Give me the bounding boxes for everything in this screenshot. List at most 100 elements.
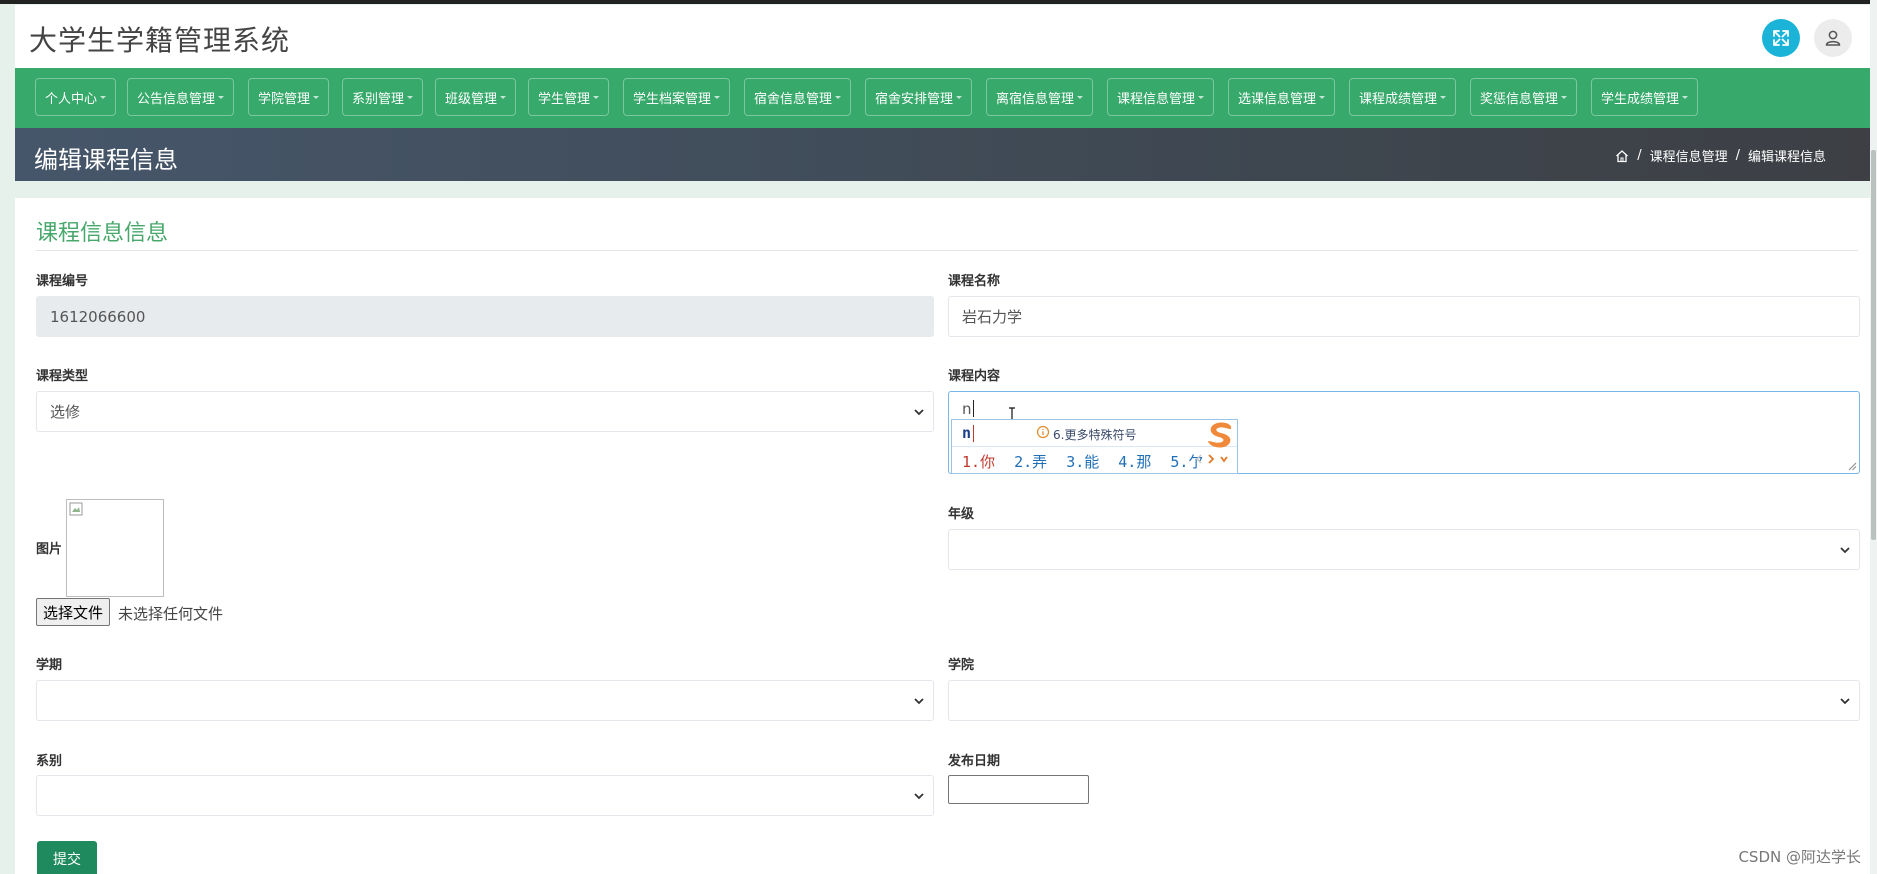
chevron-down-icon: [914, 793, 924, 800]
grade-label: 年级: [948, 507, 975, 522]
nav-item-label: 学院管理: [258, 91, 311, 107]
caret-down-icon: [1077, 95, 1084, 99]
department-select[interactable]: [36, 775, 934, 816]
nav-item-department[interactable]: 系别管理: [342, 78, 424, 116]
nav-item-college[interactable]: 学院管理: [248, 78, 330, 116]
top-strip: [0, 0, 1877, 4]
nav-item-course-info[interactable]: 课程信息管理: [1107, 78, 1215, 116]
nav-item-label: 学生管理: [538, 91, 591, 107]
semester-label: 学期: [36, 658, 63, 673]
ime-hint[interactable]: 6.更多特殊符号: [1053, 426, 1136, 443]
caret-down-icon: [407, 95, 414, 99]
section-title: 课程信息信息: [36, 221, 169, 246]
caret-down-icon: [100, 95, 107, 99]
nav-item-personal-center[interactable]: 个人中心: [35, 78, 117, 116]
college-select[interactable]: [948, 680, 1860, 721]
nav-item-dorm-arrange[interactable]: 宿舍安排管理: [865, 78, 973, 116]
caret-down-icon: [1198, 95, 1205, 99]
caret-down-icon: [714, 95, 721, 99]
nav-item-leave-dorm[interactable]: 离宿信息管理: [986, 78, 1094, 116]
caret-down-icon: [500, 95, 507, 99]
nav-item-label: 奖惩信息管理: [1480, 91, 1559, 107]
breadcrumb-item-course-info[interactable]: 课程信息管理: [1650, 146, 1728, 165]
user-icon: [1825, 30, 1841, 46]
course-no-input: 1612066600: [36, 296, 934, 337]
breadcrumb-separator: /: [1637, 148, 1642, 163]
nav-item-student-score[interactable]: 学生成绩管理: [1591, 78, 1699, 116]
ime-candidate[interactable]: 1.你: [962, 453, 995, 471]
nav-item-label: 宿舍安排管理: [875, 91, 954, 107]
ime-page-nav: [1195, 453, 1229, 465]
breadcrumb-separator: /: [1735, 148, 1740, 163]
breadcrumb: / 课程信息管理 / 编辑课程信息: [1615, 146, 1826, 165]
breadcrumb-item-current: 编辑课程信息: [1747, 150, 1826, 165]
nav-item-course-score[interactable]: 课程成绩管理: [1349, 78, 1457, 116]
home-icon[interactable]: [1615, 149, 1629, 163]
grade-select[interactable]: [948, 529, 1860, 570]
nav-item-label: 公告信息管理: [137, 91, 216, 107]
ime-candidate[interactable]: 4.那: [1118, 453, 1151, 471]
nav-item-dorm-info[interactable]: 宿舍信息管理: [744, 78, 852, 116]
nav-item-course-select[interactable]: 选课信息管理: [1228, 78, 1336, 116]
nav-item-label: 班级管理: [445, 91, 498, 107]
ime-candidate-list: 1.你 2.弄 3.能 4.那 5.亇: [962, 451, 1213, 472]
caret-down-icon: [835, 95, 842, 99]
nav-item-label: 系别管理: [352, 91, 405, 107]
course-content-value: n: [962, 400, 972, 418]
ime-composition-bar: n 6.更多特殊符号: [952, 420, 1237, 448]
sogou-logo-icon: [1208, 422, 1232, 448]
resize-handle-icon[interactable]: [1848, 462, 1857, 471]
ime-candidate-window: n 6.更多特殊符号 1.你 2.弄 3.能 4.那 5.亇: [951, 419, 1238, 474]
expand-arrows-icon: [1773, 30, 1789, 46]
scrollbar-thumb[interactable]: [1871, 150, 1876, 540]
file-status-text: 未选择任何文件: [118, 605, 224, 623]
nav-item-student[interactable]: 学生管理: [528, 78, 610, 116]
scrollbar[interactable]: [1870, 0, 1877, 874]
publish-date-label: 发布日期: [948, 754, 1001, 769]
submit-button[interactable]: 提交: [37, 841, 97, 874]
ime-candidate[interactable]: 2.弄: [1014, 453, 1047, 471]
course-type-label: 课程类型: [36, 369, 89, 384]
course-no-value: 1612066600: [50, 307, 146, 326]
course-name-input[interactable]: 岩石力学: [948, 296, 1860, 337]
caret-down-icon: [1561, 95, 1568, 99]
caret-down-icon: [218, 95, 225, 99]
chevron-down-icon: [1840, 547, 1850, 554]
nav-item-label: 学生档案管理: [633, 91, 712, 107]
nav-item-label: 选课信息管理: [1238, 91, 1317, 107]
chevron-right-icon[interactable]: [1207, 453, 1215, 465]
publish-date-input[interactable]: [948, 775, 1089, 804]
section-divider: [36, 250, 1858, 251]
form-card: 课程信息信息 课程编号 1612066600 课程名称 岩石力学 课程类型 选修…: [15, 198, 1871, 874]
caret-down-icon: [1319, 95, 1326, 99]
nav-item-class[interactable]: 班级管理: [435, 78, 517, 116]
course-name-value: 岩石力学: [962, 308, 1023, 326]
ime-candidate[interactable]: 3.能: [1066, 453, 1099, 471]
caret-down-icon: [1682, 95, 1689, 99]
main-nav: 个人中心 公告信息管理 学院管理 系别管理 班级管理 学生管理 学生档案管理 宿…: [15, 68, 1871, 128]
nav-item-label: 离宿信息管理: [996, 91, 1075, 107]
user-menu-button[interactable]: [1814, 19, 1852, 57]
choose-file-button[interactable]: 选择文件: [36, 598, 111, 626]
course-content-label: 课程内容: [948, 369, 1001, 384]
course-no-label: 课程编号: [36, 274, 89, 289]
semester-select[interactable]: [36, 680, 934, 721]
course-type-select[interactable]: 选修: [36, 391, 934, 432]
nav-item-reward-penalty[interactable]: 奖惩信息管理: [1470, 78, 1578, 116]
chevron-left-icon[interactable]: [1195, 453, 1203, 465]
image-preview: [66, 499, 164, 597]
nav-item-student-archive[interactable]: 学生档案管理: [623, 78, 731, 116]
text-caret: [972, 400, 974, 417]
college-label: 学院: [948, 658, 975, 673]
nav-item-notice[interactable]: 公告信息管理: [127, 78, 235, 116]
page-title: 编辑课程信息: [34, 146, 178, 174]
broken-image-icon: [69, 502, 83, 516]
department-label: 系别: [36, 754, 63, 769]
fullscreen-button[interactable]: [1762, 19, 1800, 57]
info-icon: [1036, 425, 1050, 439]
caret-down-icon: [1440, 95, 1447, 99]
caret-down-icon: [593, 95, 600, 99]
chevron-down-icon[interactable]: [1219, 453, 1229, 465]
app-title: 大学生学籍管理系统: [29, 24, 291, 57]
chevron-down-icon: [1840, 698, 1850, 705]
